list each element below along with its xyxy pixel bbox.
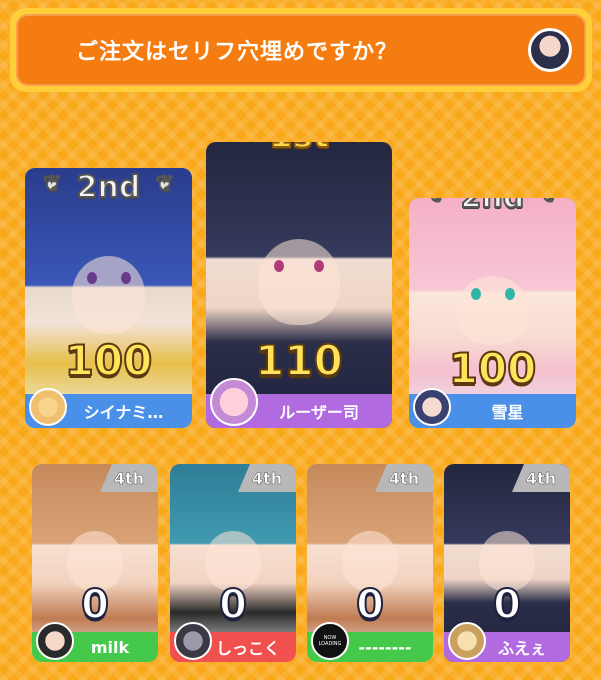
left-laurel-icon: ❦ xyxy=(426,198,446,208)
avatar-loading-text: NOW LOADING xyxy=(318,635,342,647)
eye xyxy=(471,288,481,300)
player-card-4th-3[interactable]: 4th 0 -------- NOW LOADING xyxy=(307,464,433,662)
right-laurel-icon: ❦ xyxy=(539,198,559,208)
player-name: milk xyxy=(90,637,130,657)
score: 0 xyxy=(80,581,110,629)
player-avatar xyxy=(29,388,67,426)
player-name: ルーザー司 xyxy=(279,403,359,422)
rank-laurel: ❦ 2nd ❦ xyxy=(25,169,192,206)
rank-laurel: ❦ 1st ❦ xyxy=(206,142,392,157)
rank-label: 2nd xyxy=(76,169,142,206)
score: 0 xyxy=(492,581,522,629)
player-card-2nd-left[interactable]: ❦ 2nd ❦ 100 シイナミ… xyxy=(25,168,192,428)
score: 0 xyxy=(355,581,385,629)
eye xyxy=(274,260,284,272)
player-name: ふえぇ xyxy=(497,639,546,658)
player-avatar xyxy=(210,378,258,426)
player-avatar xyxy=(174,622,212,660)
score: 100 xyxy=(64,335,154,386)
player-name: -------- xyxy=(358,637,412,657)
rank-laurel: ❦ 2nd ❦ xyxy=(409,198,576,216)
character-face xyxy=(455,276,530,346)
eye xyxy=(121,272,131,284)
player-card-4th-4[interactable]: 4th 0 ふえぇ xyxy=(444,464,570,662)
player-name: シイナミ… xyxy=(83,403,164,422)
score: 0 xyxy=(218,581,248,629)
header-inner: ご注文はセリフ穴埋めですか？ xyxy=(16,14,586,86)
character-face xyxy=(258,239,340,326)
host-avatar[interactable] xyxy=(528,28,572,72)
player-avatar: NOW LOADING xyxy=(311,622,349,660)
right-laurel-icon: ❦ xyxy=(155,171,175,198)
score: 100 xyxy=(448,343,538,394)
character-face xyxy=(71,256,146,335)
right-laurel-icon: ❦ xyxy=(347,142,367,148)
page-title: ご注文はセリフ穴埋めですか？ xyxy=(76,40,399,65)
player-card-4th-1[interactable]: 4th 0 milk xyxy=(32,464,158,662)
eye xyxy=(505,288,515,300)
rank-label: 1st xyxy=(268,142,330,157)
player-avatar xyxy=(36,622,74,660)
player-name: 雪星 xyxy=(491,403,524,422)
player-card-4th-2[interactable]: 4th 0 しっこく xyxy=(170,464,296,662)
player-avatar xyxy=(413,388,451,426)
eye xyxy=(87,272,97,284)
left-laurel-icon: ❦ xyxy=(231,142,251,148)
eye xyxy=(314,260,324,272)
player-card-2nd-right[interactable]: ❦ 2nd ❦ 100 雪星 xyxy=(409,198,576,428)
left-laurel-icon: ❦ xyxy=(42,171,62,198)
player-card-1st[interactable]: ❦ 1st ❦ 110 ルーザー司 xyxy=(206,142,392,428)
rank-label: 2nd xyxy=(460,198,526,216)
player-name: しっこく xyxy=(215,639,280,658)
player-avatar xyxy=(448,622,486,660)
header-bar: ご注文はセリフ穴埋めですか？ xyxy=(10,8,592,92)
